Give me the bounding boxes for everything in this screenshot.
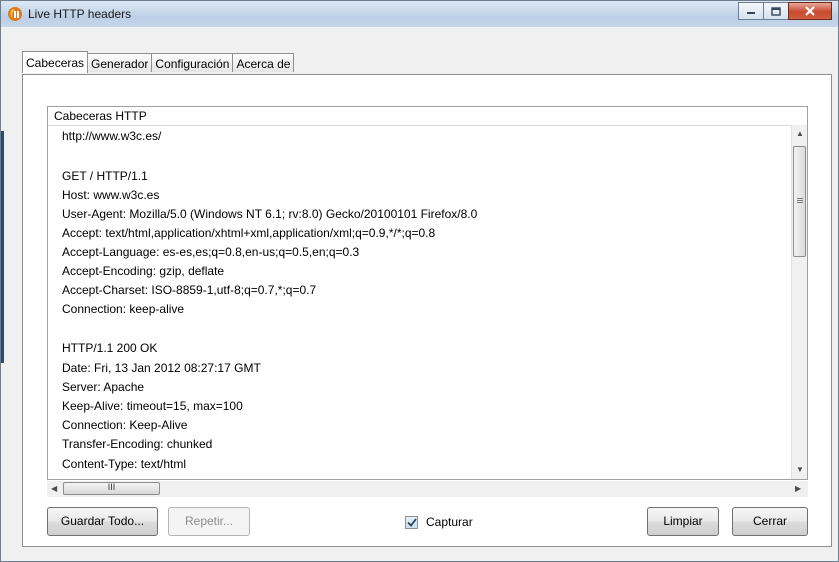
header-line: GET / HTTP/1.1 [62,169,148,183]
tab-cabeceras[interactable]: Cabeceras [22,51,89,73]
clear-button[interactable]: Limpiar [647,507,719,536]
header-line: Accept-Charset: ISO-8859-1,utf-8;q=0.7,*… [62,283,317,297]
headers-textarea[interactable]: http://www.w3c.es/ GET / HTTP/1.1 Host: … [48,125,791,479]
tab-acerca-de[interactable]: Acerca de [232,53,295,72]
header-line: Connection: keep-alive [62,302,185,316]
header-line: Server: Apache [62,380,145,394]
horizontal-scrollbar[interactable]: ◀ III ▶ [47,481,808,497]
tab-generador[interactable]: Generador [87,53,153,72]
maximize-button[interactable] [763,2,789,20]
save-all-button[interactable]: Guardar Todo... [47,507,158,536]
headers-group-header: Cabeceras HTTP [48,107,807,126]
capture-label: Capturar [426,515,473,529]
repeat-button[interactable]: Repetir... [168,507,250,536]
scroll-up-arrow-icon[interactable]: ▲ [796,129,804,138]
capture-checkbox[interactable] [405,515,418,529]
header-line: User-Agent: Mozilla/5.0 (Windows NT 6.1;… [62,207,478,221]
scroll-right-arrow-icon[interactable]: ▶ [795,484,801,493]
vertical-scrollbar[interactable]: ▲ ▼ [791,125,807,479]
capture-checkbox-group[interactable]: Capturar [405,514,473,530]
grip-line-icon [797,202,803,203]
checkmark-icon [406,517,417,527]
tab-configuracion[interactable]: Configuración [151,53,234,72]
caption-buttons [738,2,832,20]
minimize-button[interactable] [738,2,764,20]
headers-group-title: Cabeceras HTTP [54,109,147,123]
header-line: Accept: text/html,application/xhtml+xml,… [62,226,436,240]
close-button[interactable] [788,2,832,20]
vertical-scroll-thumb[interactable] [793,146,806,257]
app-icon [8,7,22,21]
grip-line-icon [797,200,803,201]
header-line: Keep-Alive: timeout=15, max=100 [62,399,243,413]
header-line: Transfer-Encoding: chunked [62,437,213,451]
header-line: HTTP/1.1 200 OK [62,341,158,355]
tab-strip: Cabeceras Generador Configuración Acerca… [22,51,295,75]
header-line: http://www.w3c.es/ [62,129,162,143]
minimize-icon [747,12,755,14]
header-line: Accept-Encoding: gzip, deflate [62,264,225,278]
horizontal-scroll-thumb[interactable]: III [63,482,160,495]
maximize-icon [771,6,781,16]
scroll-left-arrow-icon[interactable]: ◀ [51,484,57,493]
close-icon [805,6,815,16]
header-line: Connection: Keep-Alive [62,418,188,432]
title-bar[interactable]: Live HTTP headers [1,1,838,27]
window-edge [1,131,4,363]
scroll-down-arrow-icon[interactable]: ▼ [796,465,804,474]
header-line: Content-Type: text/html [62,457,187,471]
close-dialog-button[interactable]: Cerrar [732,507,808,536]
header-line: Accept-Language: es-es,es;q=0.8,en-us;q=… [62,245,360,259]
header-line: Date: Fri, 13 Jan 2012 08:27:17 GMT [62,361,261,375]
grip-line-icon [797,198,803,199]
window-title: Live HTTP headers [28,7,132,21]
app-window: Live HTTP headers Cabeceras Generador Co… [0,0,839,562]
headers-group: Cabeceras HTTP http://www.w3c.es/ GET / … [47,106,808,480]
header-line: Host: www.w3c.es [62,188,160,202]
